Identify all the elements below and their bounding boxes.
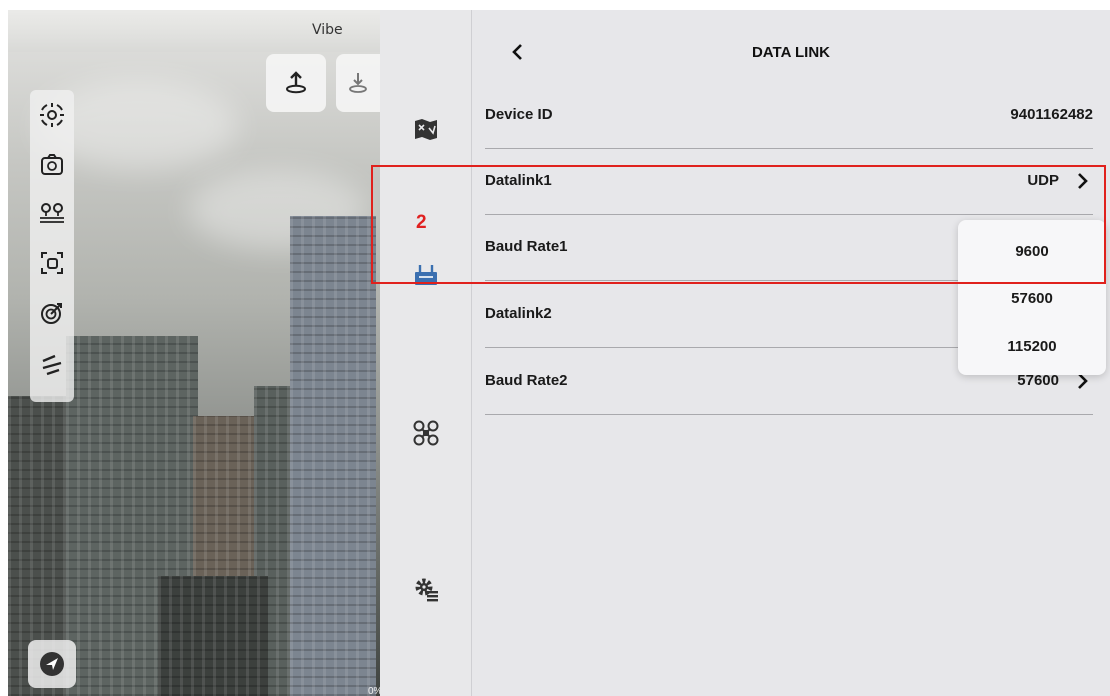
map-icon <box>415 119 437 140</box>
upload-takeoff-icon <box>286 71 306 94</box>
building <box>158 576 268 696</box>
building <box>290 216 376 696</box>
focus-frame-button[interactable] <box>30 246 74 280</box>
takeoff-button[interactable] <box>266 54 326 112</box>
dropdown-option[interactable]: 57600 <box>958 290 1106 307</box>
rail-item-settings[interactable] <box>407 570 445 608</box>
row-label: Device ID <box>485 106 553 123</box>
land-icon <box>349 73 367 93</box>
settings-gear-icon <box>415 578 438 602</box>
crosshair-target-icon <box>40 103 64 127</box>
data-link-panel: DATA LINK Device ID 9401162482 Datalink1… <box>472 10 1110 696</box>
settings-category-rail: 2 <box>380 10 472 696</box>
radar-icon <box>41 303 62 324</box>
navigate-arrow-icon <box>40 652 64 676</box>
focus-frame-icon <box>41 252 63 274</box>
row-label: Datalink2 <box>485 305 552 322</box>
waypoint-pins-icon <box>40 203 64 223</box>
progress-percent: 0% <box>368 686 380 696</box>
page-title: DATA LINK <box>751 44 831 61</box>
camera-top-bar: Vibe <box>8 10 380 52</box>
camera-toolbar <box>30 90 74 402</box>
flight-path-icon <box>42 354 62 376</box>
land-button[interactable] <box>336 54 380 112</box>
crosshair-target-button[interactable] <box>30 98 74 132</box>
vibe-label: Vibe <box>312 22 343 38</box>
radar-button[interactable] <box>30 296 74 330</box>
row-label: Baud Rate2 <box>485 372 568 389</box>
camera-switch-icon <box>41 154 63 175</box>
rail-item-drone[interactable] <box>407 414 445 452</box>
drone-icon <box>413 420 439 446</box>
rail-item-map[interactable] <box>407 110 445 148</box>
camera-view: Vibe 0 <box>8 10 380 696</box>
flight-path-button[interactable] <box>30 348 74 382</box>
waypoint-pins-button[interactable] <box>30 196 74 230</box>
highlight-box <box>371 165 1106 284</box>
camera-switch-button[interactable] <box>30 148 74 182</box>
dropdown-option[interactable]: 115200 <box>958 338 1106 355</box>
navigate-button[interactable] <box>28 640 76 688</box>
row-value: 9401162482 <box>1010 106 1093 123</box>
row-device-id: Device ID 9401162482 <box>485 82 1093 149</box>
